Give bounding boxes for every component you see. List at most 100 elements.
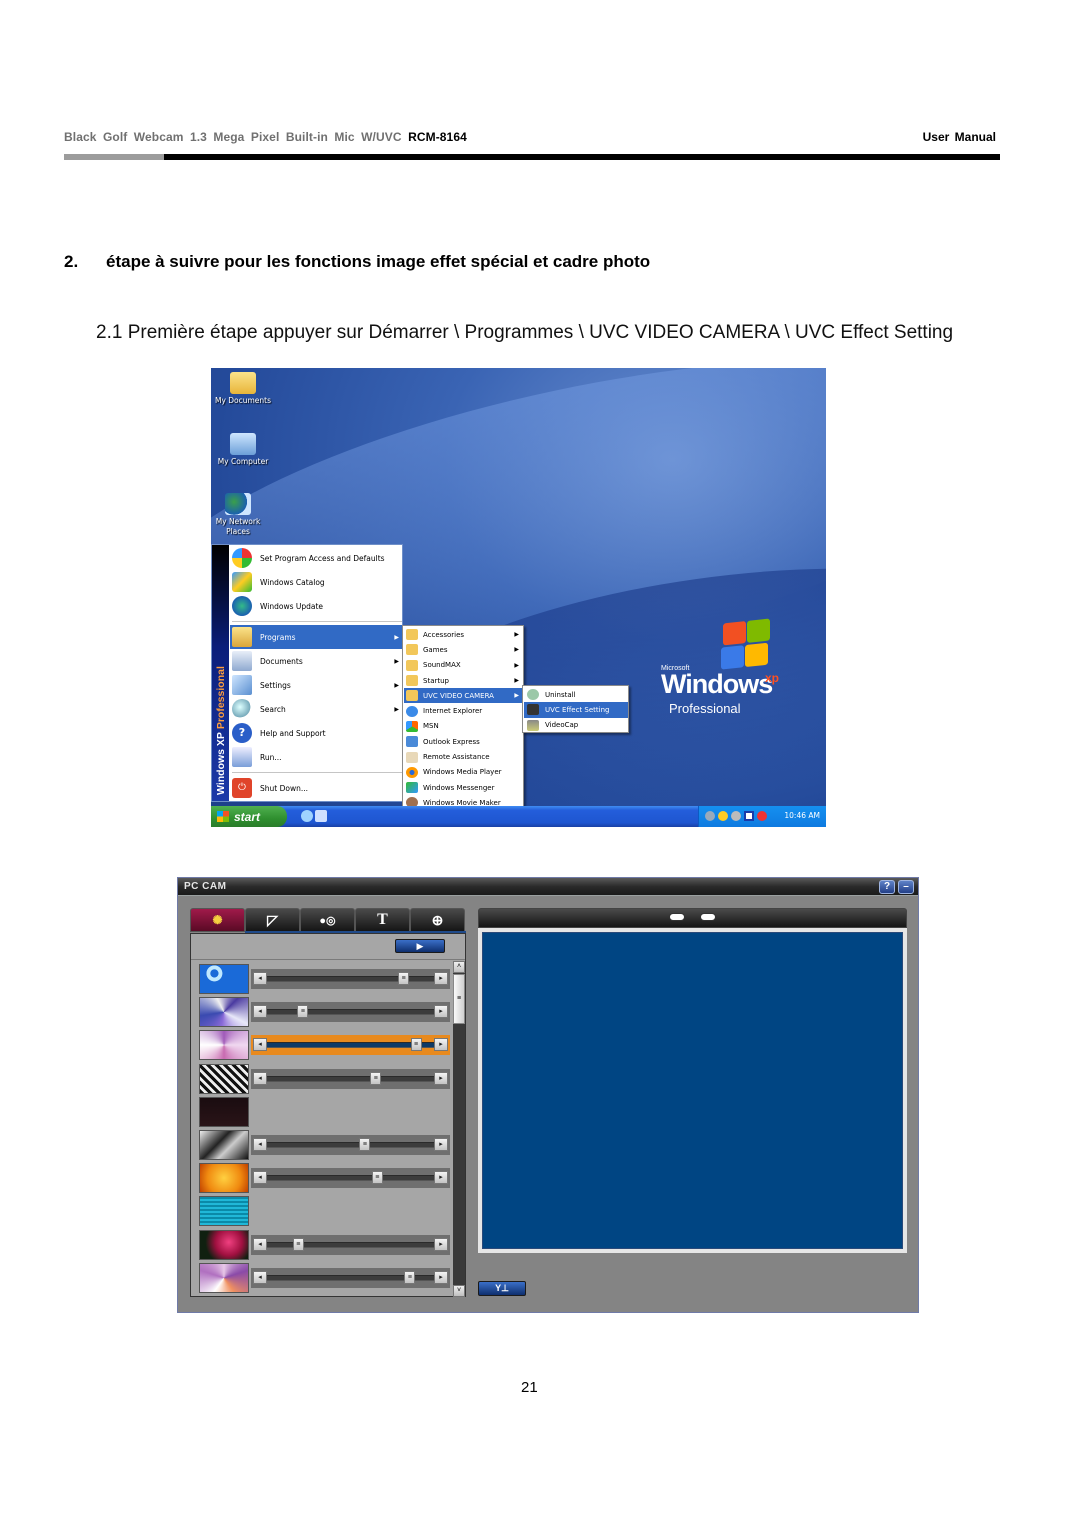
program-item-outlook-express[interactable]: Outlook Express [404,734,523,749]
tab-text[interactable]: T [355,908,410,932]
effect-row[interactable]: ◂ ▸ ≡ [199,1262,450,1293]
effect-slider[interactable]: ◂ ▸ ≡ [251,1002,450,1023]
program-item-soundmax[interactable]: SoundMAX ▶ [404,658,523,673]
slider-decrease-button[interactable]: ◂ [253,1071,267,1085]
outlook-icon[interactable] [315,810,327,822]
volume-icon[interactable] [731,811,741,821]
scroll-up-icon[interactable]: ˄ [453,961,465,973]
slider-knob[interactable]: ≡ [398,972,410,985]
effect-thumbnail[interactable] [199,1229,249,1260]
slider-increase-button[interactable]: ▸ [434,1237,448,1251]
settings-button[interactable]: Y⊥ [478,1281,526,1296]
slider-knob[interactable]: ≡ [371,1171,383,1185]
effect-row[interactable]: ◂ ▸ ≡ [199,997,450,1028]
start-item-shutdown[interactable]: ⏻ Shut Down... [230,776,403,800]
desktop-icon-my-computer[interactable]: My Computer [211,433,278,467]
slider-knob[interactable]: ≡ [359,1138,371,1151]
effect-slider[interactable]: ◂ ▸ ≡ [251,1234,450,1255]
desktop-icon-my-network[interactable]: My Network Places [211,493,268,537]
slider-knob[interactable]: ≡ [292,1237,304,1251]
program-item-startup[interactable]: Startup ▶ [404,673,523,688]
slider-increase-button[interactable]: ▸ [434,972,448,985]
effect-row[interactable]: ◂ ▸ ≡ [199,1163,450,1194]
effect-thumbnail[interactable] [199,1262,249,1293]
effect-row[interactable]: ◂ ▸ ≡ [199,1063,450,1094]
slider-track[interactable] [267,1142,434,1148]
start-item-windows-update[interactable]: Windows Update [230,594,403,618]
slider-decrease-button[interactable]: ◂ [253,972,267,985]
camera-icon[interactable] [669,913,685,921]
program-item-media-player[interactable]: Windows Media Player [404,765,523,780]
slider-knob[interactable]: ≡ [404,1270,416,1284]
camera-icon[interactable] [700,913,716,921]
program-item-msn[interactable]: MSN [404,719,523,734]
effect-row[interactable] [199,1096,450,1127]
tab-frames[interactable]: ◸ [245,908,300,932]
effect-thumbnail[interactable] [199,964,249,994]
slider-increase-button[interactable]: ▸ [434,1038,448,1052]
minimize-button[interactable]: – [898,880,914,894]
start-item-search[interactable]: Search ▶ [230,697,403,721]
uvc-item-uninstall[interactable]: Uninstall [524,687,628,702]
effects-scrollbar[interactable]: ˄ ≡ ˅ [453,961,465,1297]
slider-decrease-button[interactable]: ◂ [253,1171,267,1185]
effect-thumbnail[interactable] [199,1130,249,1160]
program-item-games[interactable]: Games ▶ [404,642,523,657]
slider-decrease-button[interactable]: ◂ [253,1038,267,1052]
slider-increase-button[interactable]: ▸ [434,1270,448,1284]
effect-slider[interactable]: ◂ ▸ ≡ [251,1035,450,1056]
effect-thumbnail[interactable] [199,1163,249,1194]
slider-track[interactable] [267,1042,434,1049]
start-item-program-access[interactable]: Set Program Access and Defaults [230,546,403,570]
tab-toggle[interactable]: ●◎ [300,908,355,932]
program-item-remote-assistance[interactable]: Remote Assistance [404,749,523,764]
effect-thumbnail[interactable] [199,997,249,1028]
program-item-uvc-video-camera[interactable]: UVC VIDEO CAMERA ▶ [404,688,523,704]
play-button[interactable]: ▶ [395,939,445,953]
effect-slider[interactable]: ◂ ▸ ≡ [251,969,450,989]
effect-thumbnail[interactable] [199,1196,249,1227]
program-item-internet-explorer[interactable]: Internet Explorer [404,704,523,719]
start-item-help[interactable]: ? Help and Support [230,721,403,745]
media-play-icon[interactable] [744,811,754,821]
effect-row[interactable]: ◂ ▸ ≡ [199,1030,450,1061]
program-item-messenger[interactable]: Windows Messenger [404,780,523,795]
slider-increase-button[interactable]: ▸ [434,1171,448,1185]
slider-knob[interactable]: ≡ [410,1038,422,1052]
effect-slider[interactable]: ◂ ▸ ≡ [251,1168,450,1189]
alert-shield-icon[interactable] [757,811,767,821]
effect-thumbnail[interactable] [199,1063,249,1094]
slider-decrease-button[interactable]: ◂ [253,1270,267,1284]
internet-explorer-icon[interactable] [301,810,313,822]
effect-slider[interactable]: ◂ ▸ ≡ [251,1267,450,1288]
effect-row[interactable]: ◂ ▸ ≡ [199,964,450,994]
slider-knob[interactable]: ≡ [297,1005,309,1019]
effect-thumbnail[interactable] [199,1030,249,1061]
effect-row[interactable]: ◂ ▸ ≡ [199,1229,450,1260]
slider-increase-button[interactable]: ▸ [434,1005,448,1019]
scroll-down-icon[interactable]: ˅ [453,1285,465,1297]
start-item-settings[interactable]: Settings ▶ [230,673,403,697]
effect-slider[interactable]: ◂ ▸ ≡ [251,1068,450,1089]
tab-zoom[interactable]: ⊕ [410,908,465,932]
slider-track[interactable] [267,1009,434,1016]
effect-thumbnail[interactable] [199,1096,249,1127]
slider-decrease-button[interactable]: ◂ [253,1138,267,1151]
security-shield-icon[interactable] [718,811,728,821]
network-tray-icon[interactable] [705,811,715,821]
slider-track[interactable] [267,1075,434,1082]
slider-decrease-button[interactable]: ◂ [253,1237,267,1251]
uvc-item-effect-setting[interactable]: UVC Effect Setting [524,702,628,718]
slider-increase-button[interactable]: ▸ [434,1071,448,1085]
help-button[interactable]: ? [879,880,895,894]
start-item-windows-catalog[interactable]: Windows Catalog [230,570,403,594]
scroll-thumb[interactable]: ≡ [453,974,465,1024]
start-item-run[interactable]: Run... [230,745,403,769]
effect-row[interactable]: ◂ ▸ ≡ [199,1130,450,1160]
tab-effects[interactable]: ✺ [190,908,245,932]
pc-cam-titlebar[interactable]: PC CAM ? – [178,878,918,896]
slider-track[interactable] [267,1175,434,1182]
effect-row[interactable] [199,1196,450,1227]
desktop-icon-my-documents[interactable]: My Documents [211,372,278,406]
start-item-documents[interactable]: Documents ▶ [230,649,403,673]
